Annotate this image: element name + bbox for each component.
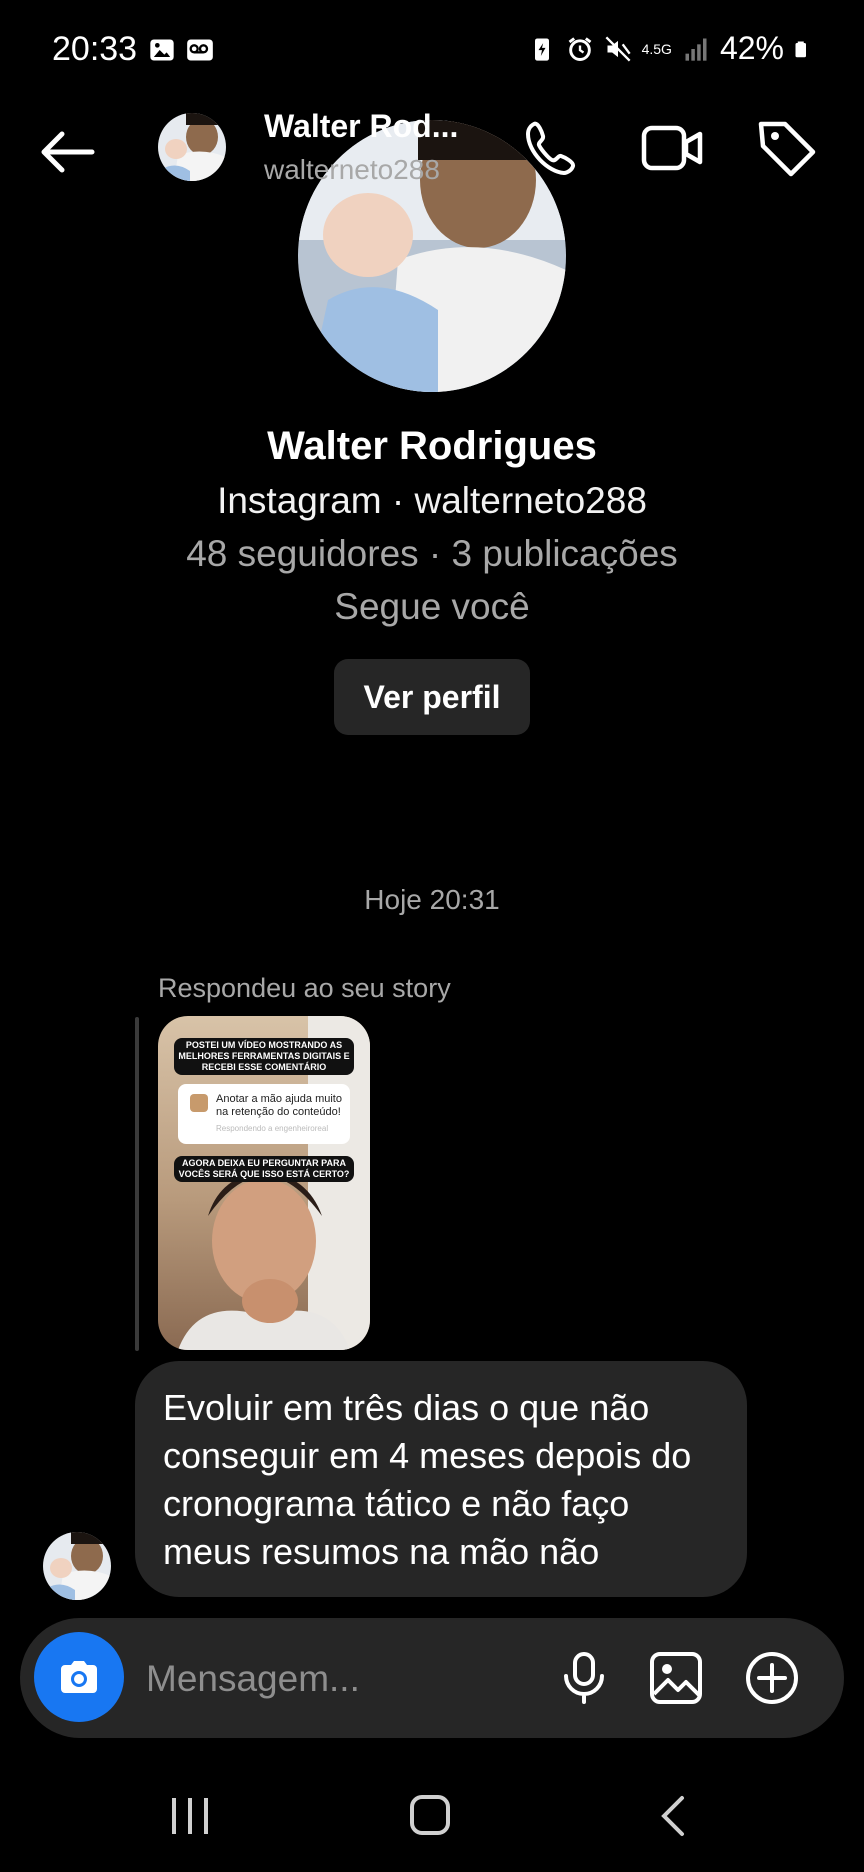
back-icon[interactable]: [656, 1794, 690, 1838]
header-username[interactable]: walterneto288: [264, 154, 440, 186]
comment-avatar: [190, 1094, 208, 1112]
status-time: 20:33: [52, 30, 138, 68]
story-comment-sub: Respondendo a engenheiroreal: [216, 1124, 329, 1133]
message-sender-avatar[interactable]: [43, 1532, 111, 1600]
header-avatar[interactable]: [158, 113, 226, 181]
profile-follows-you: Segue você: [334, 586, 530, 627]
status-notifications: [148, 36, 214, 64]
voicemail-icon: [187, 39, 213, 61]
add-icon[interactable]: [744, 1650, 800, 1706]
story-reply-caption: Respondeu ao seu story: [158, 973, 451, 1003]
battery-saver-icon: [534, 38, 549, 61]
network-label: 4.5G: [641, 40, 672, 57]
home-icon[interactable]: [408, 1792, 452, 1838]
camera-button[interactable]: [34, 1632, 124, 1722]
profile-name: Walter Rodrigues: [267, 424, 597, 468]
mute-icon: [605, 36, 631, 61]
message-input[interactable]: [144, 1648, 548, 1710]
profile-platform-username: Instagram · walterneto288: [217, 480, 647, 521]
avatar-photo: [158, 113, 226, 181]
signal-icon: [685, 38, 707, 61]
gallery-icon[interactable]: [648, 1650, 704, 1706]
alarm-icon: [568, 36, 591, 61]
back-arrow-icon[interactable]: [36, 120, 100, 184]
video-icon[interactable]: [640, 116, 704, 180]
status-right: 4.5G 42%: [528, 30, 812, 67]
profile-stats: 48 seguidores · 3 publicações: [186, 533, 678, 574]
battery-icon: [795, 41, 806, 57]
camera-icon: [61, 1661, 97, 1693]
header-name[interactable]: Walter Rod...: [264, 108, 458, 145]
story-text-bottom: AGORA DEIXA EU PERGUNTAR PARA VOCÊS SERÁ…: [174, 1156, 354, 1182]
message-bubble[interactable]: Evoluir em três dias o que não conseguir…: [135, 1361, 747, 1597]
story-comment-text: Anotar a mão ajuda muito na retenção do …: [216, 1093, 342, 1118]
phone-icon[interactable]: [520, 116, 584, 180]
recent-apps-icon[interactable]: [168, 1794, 212, 1838]
thread-timestamp: Hoje 20:31: [364, 884, 500, 915]
tag-icon[interactable]: [755, 116, 819, 180]
story-comment-card: Anotar a mão ajuda muito na retenção do …: [178, 1084, 350, 1144]
microphone-icon[interactable]: [556, 1650, 612, 1706]
story-thumbnail[interactable]: POSTEI UM VÍDEO MOSTRANDO AS MELHORES FE…: [158, 1016, 370, 1350]
view-profile-button[interactable]: Ver perfil: [334, 659, 530, 735]
battery-level: 42%: [719, 30, 784, 66]
image-icon: [150, 39, 174, 61]
sender-avatar-photo: [43, 1532, 111, 1600]
story-text-top: POSTEI UM VÍDEO MOSTRANDO AS MELHORES FE…: [174, 1038, 354, 1075]
story-reply-bar: [135, 1017, 139, 1351]
